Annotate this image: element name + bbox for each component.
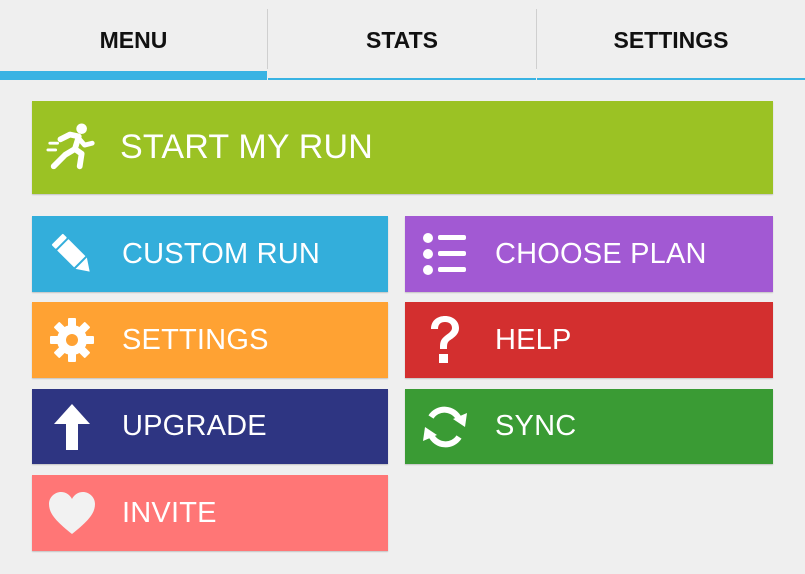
runner-icon	[46, 122, 98, 174]
tab-settings[interactable]: SETTINGS	[537, 0, 805, 80]
start-my-run-label: START MY RUN	[120, 128, 374, 166]
custom-run-label: CUSTOM RUN	[122, 237, 321, 270]
help-label: HELP	[495, 323, 572, 356]
start-my-run-button[interactable]: START MY RUN	[32, 101, 773, 194]
tab-menu-indicator	[0, 71, 267, 80]
arrow-up-icon	[46, 401, 98, 453]
pencil-icon	[46, 228, 98, 280]
upgrade-button[interactable]: UPGRADE	[32, 389, 388, 464]
invite-button[interactable]: INVITE	[32, 475, 388, 551]
custom-run-button[interactable]: CUSTOM RUN	[32, 216, 388, 292]
upgrade-label: UPGRADE	[122, 410, 267, 442]
sync-icon	[419, 401, 471, 453]
settings-label: SETTINGS	[122, 323, 269, 356]
tab-menu[interactable]: MENU	[0, 0, 267, 80]
tab-stats[interactable]: STATS	[268, 0, 536, 80]
tab-settings-label: SETTINGS	[613, 26, 729, 53]
choose-plan-button[interactable]: CHOOSE PLAN	[405, 216, 773, 292]
help-button[interactable]: HELP	[405, 302, 773, 378]
question-icon	[419, 314, 471, 366]
tab-stats-label: STATS	[366, 26, 438, 53]
tab-bar: MENU STATS SETTINGS	[0, 0, 805, 80]
tab-settings-indicator	[537, 78, 805, 80]
choose-plan-label: CHOOSE PLAN	[495, 237, 707, 270]
heart-icon	[46, 487, 98, 539]
sync-label: SYNC	[495, 410, 577, 442]
invite-label: INVITE	[122, 496, 217, 529]
sync-button[interactable]: SYNC	[405, 389, 773, 464]
settings-button[interactable]: SETTINGS	[32, 302, 388, 378]
gear-icon	[46, 314, 98, 366]
tab-menu-label: MENU	[99, 26, 168, 53]
list-icon	[419, 228, 471, 280]
tab-stats-indicator	[268, 78, 536, 80]
